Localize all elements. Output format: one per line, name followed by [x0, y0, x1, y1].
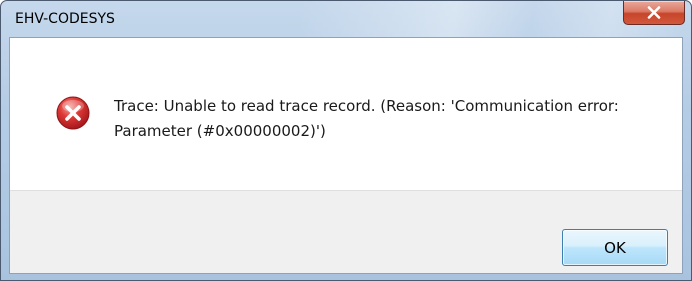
- close-icon: [647, 6, 661, 19]
- title-bar[interactable]: EHV-CODESYS: [1, 1, 691, 37]
- dialog-window: EHV-CODESYS Trace: Unable to read trace …: [0, 0, 692, 281]
- message-area: Trace: Unable to read trace record. (Rea…: [10, 38, 682, 190]
- ok-button[interactable]: OK: [562, 229, 668, 266]
- close-button[interactable]: [623, 1, 685, 25]
- dialog-body: Trace: Unable to read trace record. (Rea…: [9, 37, 683, 274]
- error-icon: [56, 96, 90, 130]
- error-message: Trace: Unable to read trace record. (Rea…: [114, 97, 619, 140]
- window-title: EHV-CODESYS: [15, 11, 115, 27]
- button-bar: OK: [10, 190, 682, 273]
